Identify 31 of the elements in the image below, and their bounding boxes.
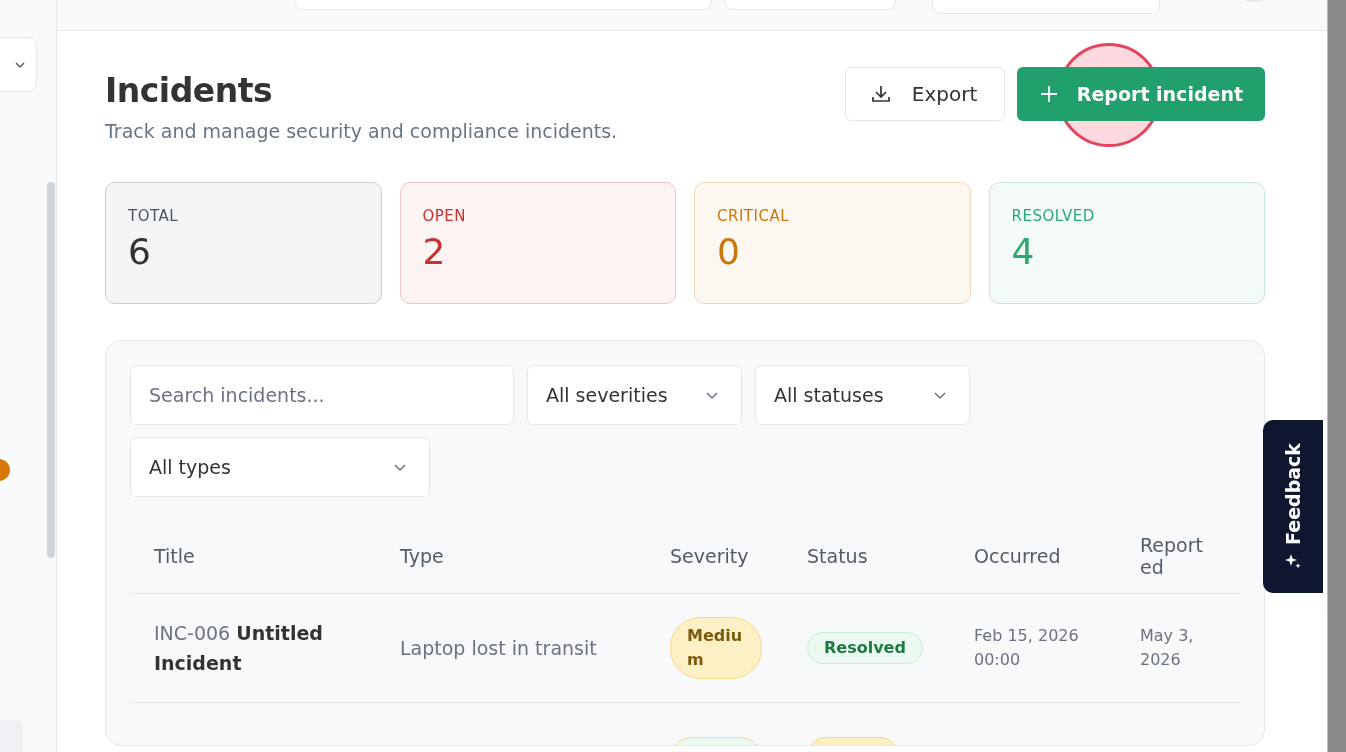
filter-dropdown[interactable]: All severities xyxy=(527,365,742,425)
stat-label: TOTAL xyxy=(128,207,180,225)
stat-value: 0 xyxy=(717,231,741,272)
reported-date: May 3, 2026 xyxy=(1140,625,1195,671)
filter-dropdown[interactable]: All statuses xyxy=(755,365,970,425)
status-badge: Resolved xyxy=(807,632,923,664)
sidebar-dropdown[interactable] xyxy=(0,37,37,92)
stat-label: RESOLVED xyxy=(1011,207,1096,225)
feedback-tab[interactable]: Feedback xyxy=(1263,420,1323,593)
stat-value: 4 xyxy=(1011,231,1036,272)
export-button[interactable]: Export xyxy=(844,67,1005,121)
column-header: Title xyxy=(153,545,196,567)
filter-dropdown[interactable]: All types xyxy=(130,437,430,497)
incident-title[interactable]: INC-006 Untitled Incident xyxy=(154,618,364,678)
column-header: Status xyxy=(806,545,869,567)
download-icon xyxy=(869,83,892,105)
plus-icon xyxy=(1038,84,1059,104)
severity-badge: Medium xyxy=(670,617,762,679)
stat-value: 2 xyxy=(422,231,447,272)
stat-label: OPEN xyxy=(422,207,468,225)
incident-type: Laptop lost in transit xyxy=(400,637,597,659)
page-title: Incidents xyxy=(105,71,274,110)
page-subtitle: Track and manage security and compliance incidents. xyxy=(105,120,618,142)
column-header: Severity xyxy=(669,545,750,567)
stat-label: CRITICAL xyxy=(717,207,790,225)
column-header: Type xyxy=(399,545,445,567)
stat-value: 6 xyxy=(128,231,152,272)
search-field[interactable]: Search incidents... xyxy=(130,365,514,425)
occurred-date: Feb 15, 2026 00:00 xyxy=(974,625,1080,671)
column-header: Occurred xyxy=(973,545,1062,567)
column-header: Reported xyxy=(1139,534,1204,578)
